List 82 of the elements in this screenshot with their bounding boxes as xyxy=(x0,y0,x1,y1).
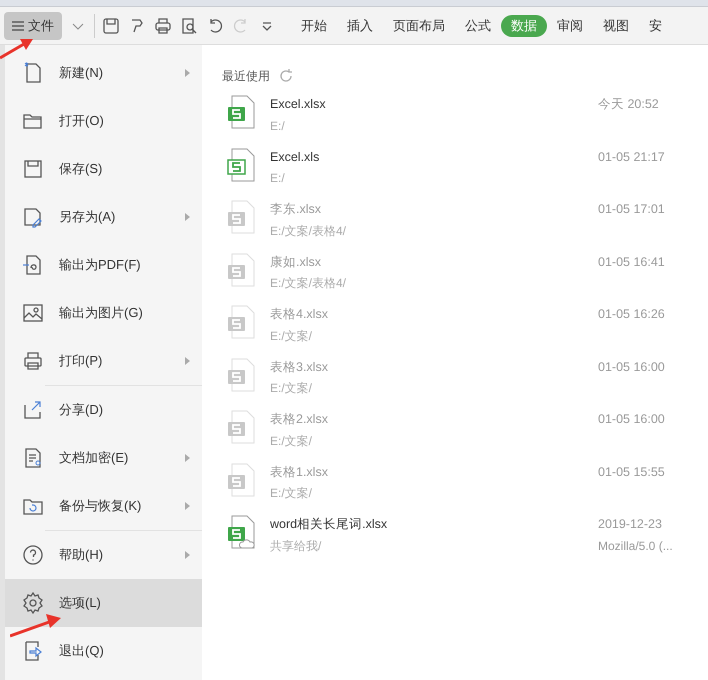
file-time: 01-05 21:17 xyxy=(598,148,666,166)
file-path: E:/文案/ xyxy=(270,432,314,450)
ribbon-tab[interactable]: 开始 xyxy=(291,14,337,36)
menu-item[interactable]: 备份与恢复(K) xyxy=(5,482,202,530)
menu-item-label: 打印(P) xyxy=(59,352,104,370)
spreadsheet-file-icon xyxy=(226,148,256,182)
ribbon-tab[interactable]: 审阅 xyxy=(547,14,593,36)
spreadsheet-file-icon xyxy=(226,200,256,234)
file-time: 01-05 16:41 xyxy=(598,254,666,270)
menu-item[interactable]: 保存(S) xyxy=(5,145,202,193)
file-time: 2019-12-23 xyxy=(598,516,663,533)
file-menu-button[interactable]: 文件 xyxy=(4,12,62,40)
menu-item[interactable]: 分享(D) xyxy=(5,386,202,434)
menu-item[interactable]: 输出为图片(G) xyxy=(5,289,202,337)
menu-item-label: 打开(O) xyxy=(59,112,105,130)
file-name: Excel.xls xyxy=(270,148,320,166)
menu-item-label: 新建(N) xyxy=(59,64,104,82)
menu-item[interactable]: 打开(O) xyxy=(5,97,202,145)
file-name: 表格2.xlsx xyxy=(270,411,329,428)
file-name: 康如.xlsx xyxy=(270,254,322,270)
menu-item-label: 帮助(H) xyxy=(59,546,104,564)
menu-item[interactable]: 新建(N) xyxy=(5,49,202,97)
file-time: 01-05 17:01 xyxy=(598,201,666,218)
save-icon[interactable] xyxy=(101,16,121,36)
annotation-arrow xyxy=(10,612,62,638)
menu-item-label: 备份与恢复(K) xyxy=(59,497,142,516)
menu-item[interactable]: 另存为(A) xyxy=(5,193,202,241)
menu-item[interactable]: 文档加密(E) xyxy=(5,434,202,482)
recent-file-row[interactable]: Excel.xlsx E:/ 今天 20:52 xyxy=(222,95,698,148)
recent-file-row[interactable]: Excel.xls E:/ 01-05 21:17 xyxy=(222,148,698,200)
spreadsheet-file-icon xyxy=(226,95,256,129)
file-time: 01-05 15:55 xyxy=(598,464,666,480)
menu-item-label: 保存(S) xyxy=(59,160,104,178)
file-time: 01-05 16:26 xyxy=(598,306,666,323)
menu-item[interactable]: 选项(L) xyxy=(5,579,202,627)
file-path: E:/文案/ xyxy=(270,328,314,345)
printer-icon[interactable] xyxy=(153,16,173,36)
menu-icon xyxy=(12,20,24,30)
menu-item-label: 选项(L) xyxy=(59,594,102,612)
file-path: 共享给我/ xyxy=(270,538,322,555)
menu-item-label: 另存为(A) xyxy=(59,208,116,226)
recent-file-row[interactable]: word相关长尾词.xlsx 共享给我/ 2019-12-23 Mozilla/5.0 (... xyxy=(222,515,698,568)
spreadsheet-file-icon xyxy=(226,305,256,339)
menu-item-label: 退出(Q) xyxy=(59,642,105,660)
menu-item[interactable]: 退出(Q) xyxy=(5,627,202,675)
ribbon-tab[interactable]: 公式 xyxy=(455,14,501,36)
file-name: 表格4.xlsx xyxy=(270,306,329,323)
spreadsheet-file-icon xyxy=(226,462,256,496)
file-path: E:/文案/表格4/ xyxy=(270,222,348,240)
file-name: word相关长尾词.xlsx xyxy=(270,516,388,533)
spreadsheet-file-icon xyxy=(226,358,256,392)
ribbon-tab[interactable]: 安 xyxy=(639,14,672,36)
file-path: E:/文案/ xyxy=(270,380,314,398)
file-time: 今天 20:52 xyxy=(598,96,660,113)
settings-icon xyxy=(21,591,45,615)
file-name: 表格1.xlsx xyxy=(270,464,329,480)
file-source: Mozilla/5.0 (... xyxy=(598,538,674,555)
menu-item[interactable]: 帮助(H) xyxy=(5,531,202,579)
file-path: E:/ xyxy=(270,118,286,135)
file-path: E:/文案/表格4/ xyxy=(270,275,348,292)
spreadsheet-file-icon xyxy=(226,410,256,444)
section-title: 最近使用 xyxy=(222,68,270,85)
file-name: 李东.xlsx xyxy=(270,201,322,218)
menu-item-label: 文档加密(E) xyxy=(59,449,130,468)
cloud-spreadsheet-icon xyxy=(226,515,256,549)
file-name: 表格3.xlsx xyxy=(270,358,329,376)
ribbon-tab[interactable]: 插入 xyxy=(337,14,383,36)
menu-item-label: 输出为图片(G) xyxy=(59,304,144,322)
menu-item-label: 输出为PDF(F) xyxy=(59,256,142,274)
menu-item[interactable]: 打印(P) xyxy=(5,337,202,385)
ribbon-tab[interactable]: 页面布局 xyxy=(383,14,455,36)
annotation-arrow xyxy=(0,36,34,60)
file-path: E:/文案/ xyxy=(270,485,314,502)
help-icon xyxy=(21,543,45,567)
file-path: E:/ xyxy=(270,170,286,188)
file-time: 01-05 16:00 xyxy=(598,358,666,376)
file-name: Excel.xlsx xyxy=(270,96,327,113)
menu-item[interactable]: 输出为PDF(F) xyxy=(5,241,202,289)
menu-item-label: 分享(D) xyxy=(59,401,104,420)
ribbon-tab[interactable]: 视图 xyxy=(593,14,639,36)
spreadsheet-file-icon xyxy=(226,252,256,286)
file-time: 01-05 16:00 xyxy=(598,411,666,428)
